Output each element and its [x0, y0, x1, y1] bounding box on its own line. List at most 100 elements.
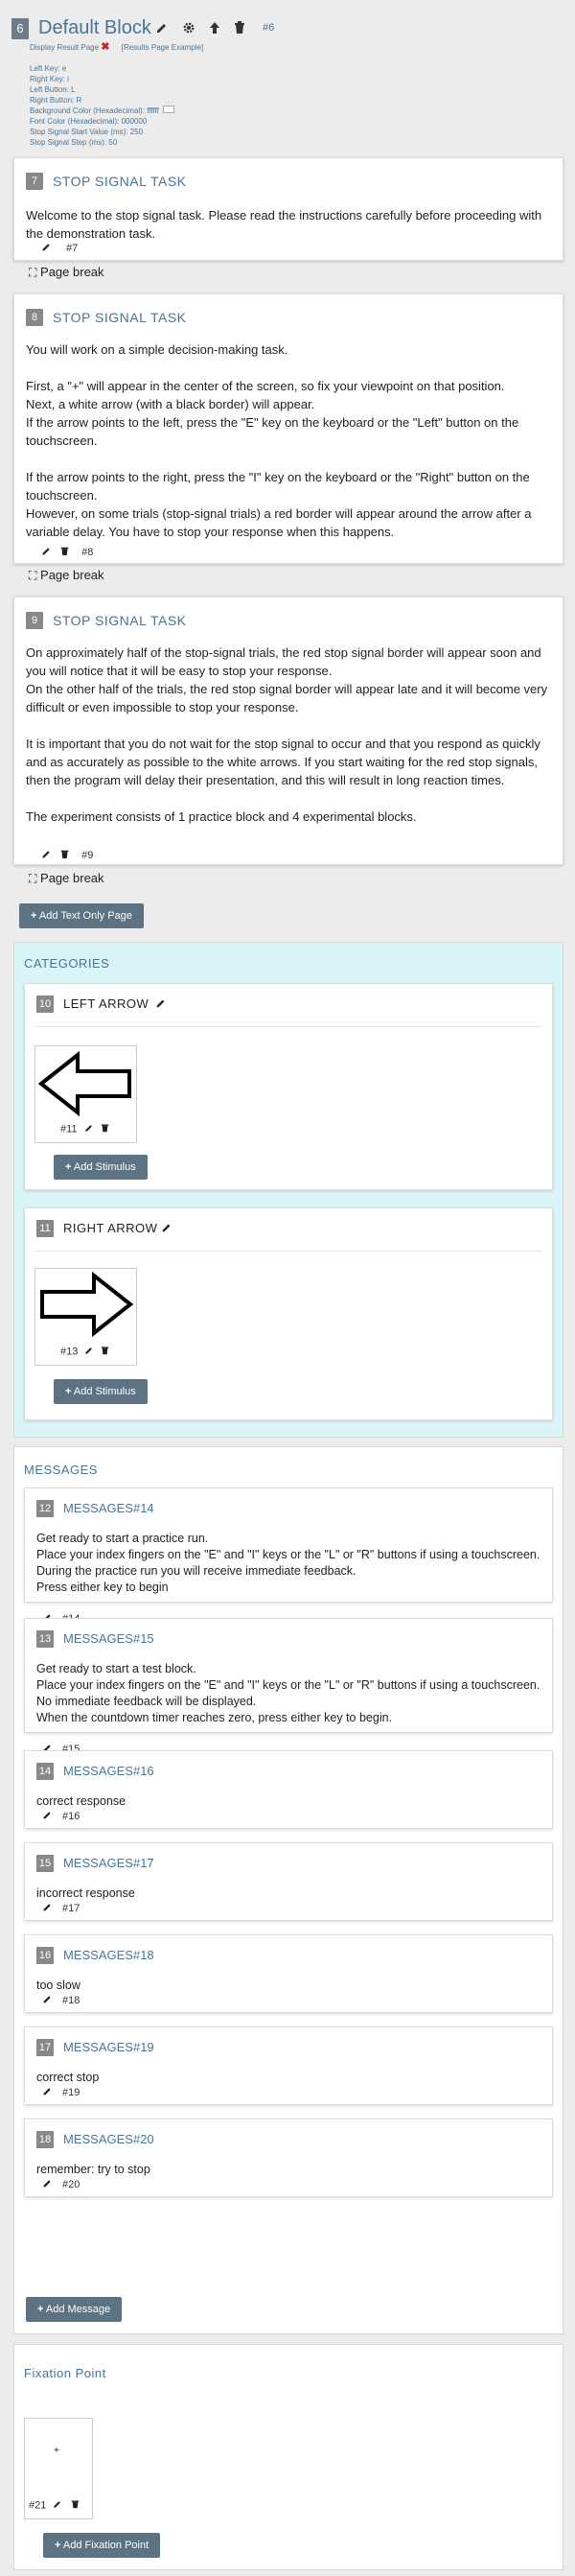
edit-icon[interactable] [42, 1994, 53, 2007]
stimulus-card[interactable]: #13 [34, 1268, 137, 1366]
page-number-badge: 9 [26, 612, 43, 629]
page-paragraph: On the other half of the trials, the red… [26, 682, 548, 714]
message-title: MESSAGES#15 [63, 1631, 154, 1646]
page-paragraph: If the arrow points to the left, press t… [26, 415, 519, 448]
block-number-badge: 6 [12, 18, 29, 39]
edit-category-icon[interactable] [155, 996, 167, 1014]
message-id-label: #20 [62, 2178, 80, 2190]
add-fixation-point-button[interactable]: + Add Fixation Point [43, 2533, 161, 2558]
add-message-button[interactable]: + Add Message [26, 2297, 123, 2322]
message-card: 13 MESSAGES#15 Get ready to start a test b… [24, 1618, 553, 1755]
block-setting-line: Stop Signal Start Value (ms): 250 [30, 128, 144, 136]
edit-block-icon[interactable] [155, 21, 169, 39]
page-break-icon: ⛶ [29, 872, 37, 885]
fixation-section: Fixation Point + #21 + Add Fixation Poin… [13, 2344, 564, 2570]
page-break: ⛶ Page break [29, 568, 104, 583]
edit-icon[interactable] [41, 546, 52, 559]
edit-icon[interactable] [42, 2178, 53, 2191]
block-id-label: #6 [263, 22, 275, 34]
message-card: 14 MESSAGES#16 correct response #16 [24, 1750, 553, 1829]
left-arrow-stimulus [37, 1050, 131, 1117]
page-paragraph: The experiment consists of 1 practice bl… [26, 809, 417, 824]
block-setting-line: Stop Signal Step (ms): 50 [30, 138, 118, 147]
message-line: Get ready to start a practice run. [36, 1532, 209, 1545]
stimulus-id-label: #11 [60, 1123, 78, 1136]
page-text: On approximately half of the stop-signal… [26, 644, 551, 826]
page-paragraph: First, a "+" will appear in the center o… [26, 379, 505, 393]
fixation-card[interactable]: + #21 [24, 2418, 93, 2519]
add-stimulus-button[interactable]: + Add Stimulus [54, 1155, 148, 1180]
block-setting-line: Left Key: e [30, 64, 67, 73]
edit-icon[interactable] [42, 2086, 53, 2099]
page-break-icon: ⛶ [29, 569, 37, 582]
message-title: MESSAGES#20 [63, 2132, 154, 2146]
right-arrow-stimulus [40, 1271, 134, 1338]
fixation-id-label: #21 [29, 2499, 47, 2512]
edit-icon[interactable] [42, 1810, 53, 1823]
move-up-icon[interactable] [208, 21, 221, 39]
block-header: 6 Default Block #6 Display Result Page ✖… [12, 15, 564, 150]
add-text-page-button[interactable]: + Add Text Only Page [19, 903, 144, 928]
message-number-badge: 12 [36, 1500, 54, 1517]
message-line: Get ready to start a test block. [36, 1662, 196, 1675]
block-setting-line: Background Color (Hexadecimal): ffffff [30, 105, 174, 116]
category-number-badge: 10 [36, 995, 54, 1013]
edit-icon[interactable] [84, 1123, 94, 1136]
trash-icon[interactable] [234, 21, 245, 39]
trash-icon[interactable] [60, 849, 69, 862]
message-card: 16 MESSAGES#18 too slow #18 [24, 1934, 553, 2013]
page-break-label: Page break [40, 871, 104, 885]
edit-icon[interactable] [53, 2499, 62, 2512]
page-break: ⛶ Page break [29, 871, 104, 886]
message-title: MESSAGES#14 [63, 1501, 154, 1515]
display-result-off-icon[interactable]: ✖ [101, 41, 109, 53]
categories-title: CATEGORIES [24, 956, 110, 971]
message-id-label: #19 [62, 2086, 80, 2098]
add-stimulus-label: Add Stimulus [73, 1386, 136, 1397]
message-text: too slow [36, 1978, 540, 1994]
page-paragraph: However, on some trials (stop-signal tri… [26, 506, 532, 539]
add-message-label: Add Message [45, 2304, 111, 2315]
page-id-label: #9 [81, 849, 94, 861]
message-number-badge: 13 [36, 1630, 54, 1648]
plus-icon: + [37, 2304, 44, 2315]
trash-icon[interactable] [101, 1346, 109, 1358]
fixation-symbol: + [54, 2446, 59, 2456]
message-number-badge: 18 [36, 2131, 54, 2148]
edit-icon[interactable] [84, 1346, 94, 1358]
category-title: LEFT ARROW [63, 996, 150, 1011]
page-paragraph: Next, a white arrow (with a black border… [26, 397, 315, 411]
message-title: MESSAGES#17 [63, 1856, 154, 1870]
trash-icon[interactable] [71, 2499, 80, 2512]
message-line: No immediate feedback will be displayed. [36, 1695, 257, 1708]
messages-title: MESSAGES [24, 1463, 98, 1477]
edit-category-icon[interactable] [161, 1221, 172, 1238]
page-break-label: Page break [40, 568, 104, 582]
gear-icon[interactable] [182, 21, 196, 39]
page-paragraph: You will work on a simple decision-makin… [26, 342, 288, 357]
add-stimulus-button[interactable]: + Add Stimulus [54, 1379, 148, 1404]
stimulus-card[interactable]: #11 [34, 1045, 137, 1143]
add-stimulus-label: Add Stimulus [73, 1161, 136, 1173]
message-id-label: #17 [62, 1902, 80, 1914]
page-break-icon: ⛶ [29, 266, 37, 279]
edit-icon[interactable] [41, 242, 52, 255]
message-title: MESSAGES#16 [63, 1764, 154, 1778]
trash-icon[interactable] [101, 1123, 109, 1136]
trash-icon[interactable] [60, 546, 69, 559]
block-setting-line: Right Button: R [30, 96, 82, 105]
message-line: correct stop [36, 2071, 100, 2084]
message-number-badge: 15 [36, 1855, 54, 1872]
results-example-link[interactable]: [Results Page Example] [122, 43, 203, 52]
page-text: You will work on a simple decision-makin… [26, 340, 551, 541]
block-setting-line: Right Key: i [30, 75, 69, 83]
message-text: correct response [36, 1793, 540, 1810]
add-fixation-point-label: Add Fixation Point [62, 2540, 150, 2551]
plus-icon: + [31, 910, 37, 922]
messages-section: MESSAGES 12 MESSAGES#14 Get ready to start… [13, 1446, 564, 2334]
edit-icon[interactable] [42, 1902, 53, 1915]
edit-icon[interactable] [41, 849, 52, 862]
message-text: remember: try to stop [36, 2162, 540, 2178]
message-line: Place your index fingers on the "E" and … [36, 1678, 540, 1692]
page-paragraph: Welcome to the stop signal task. Please … [26, 208, 542, 241]
